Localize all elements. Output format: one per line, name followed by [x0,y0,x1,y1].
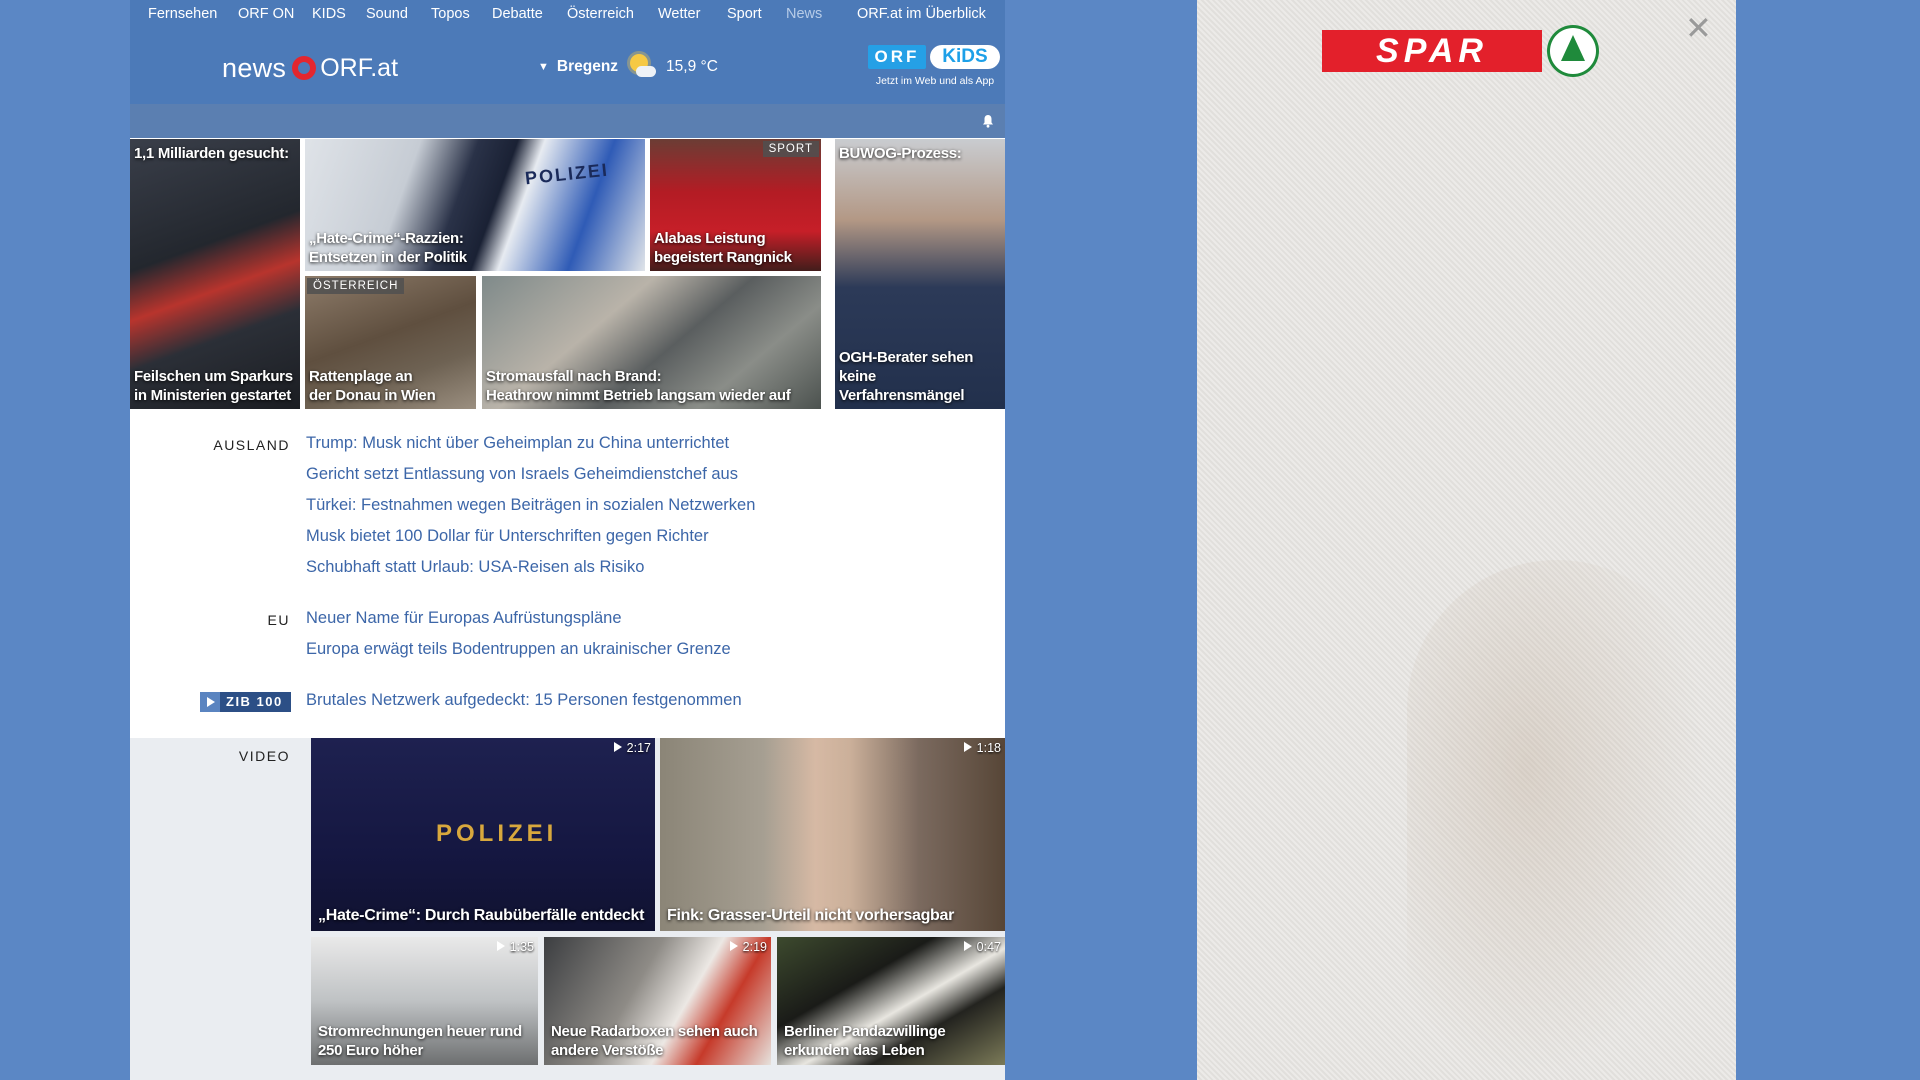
close-icon[interactable]: ✕ [1685,12,1712,44]
weather-temperature: 15,9 °C [666,58,718,75]
video-duration: 2:17 [614,741,651,755]
nav-fernsehen[interactable]: Fernsehen [148,6,217,22]
teaser-rattenplage[interactable]: ÖSTERREICH Rattenplage an der Donau in W… [305,276,476,409]
nav-sport[interactable]: Sport [727,6,762,22]
video-caption: Stromrechnungen heuer rund 250 Euro höhe… [318,1023,522,1059]
teaser-caption: Rattenplage an der Donau in Wien [309,368,436,404]
video-caption: Neue Radarboxen sehen auch andere Verstö… [551,1023,758,1059]
headline-link[interactable]: Neuer Name für Europas Aufrüstungspläne [306,609,622,628]
weather-widget[interactable]: ▼ Bregenz 15,9 °C [538,54,718,80]
headline-link[interactable]: Europa erwägt teils Bodentruppen an ukra… [306,640,731,659]
video-tile[interactable]: 1:35 Stromrechnungen heuer rund 250 Euro… [311,937,538,1065]
teaser-caption: OGH-Berater sehen keine Verfahrensmängel [839,349,974,404]
logo-site-text: ORF.at [320,53,399,82]
teaser-caption: Feilschen um Sparkurs in Ministerien ges… [134,368,293,404]
video-tile[interactable]: POLIZEI 2:17 „Hate-Crime“: Durch Raubübe… [311,738,655,931]
spar-logo: SPAR [1322,25,1607,77]
spar-advertisement[interactable]: SPAR ✕ [1197,0,1736,1080]
news-orf-logo[interactable]: news ORF.at [222,48,398,88]
nav-orf-on[interactable]: ORF ON [238,6,294,22]
nav-sound[interactable]: Sound [366,6,408,22]
nav-debatte[interactable]: Debatte [492,6,543,22]
headline-link[interactable]: Schubhaft statt Urlaub: USA-Reisen als R… [306,558,644,577]
video-duration: 1:35 [497,940,534,954]
ad-background-image [1407,560,1707,1080]
teaser-buwog[interactable]: BUWOG-Prozess: OGH-Berater sehen keine V… [835,139,1005,409]
nav-topos[interactable]: Topos [431,6,470,22]
teaser-kicker: BUWOG-Prozess: [839,145,962,162]
notification-bar [130,104,1005,138]
video-duration: 1:18 [964,741,1001,755]
video-caption: Berliner Pandazwillinge erkunden das Leb… [784,1023,946,1059]
orf-eye-icon [292,56,317,80]
teaser-caption: „Hate-Crime“-Razzien: Entsetzen in der P… [309,230,467,266]
nav-wetter[interactable]: Wetter [658,6,700,22]
section-label-ausland: AUSLAND [213,437,290,453]
play-icon [200,692,220,712]
headline-link[interactable]: Musk bietet 100 Dollar für Unterschrifte… [306,527,709,546]
video-caption: Fink: Grasser-Urteil nicht vorhersagbar [667,907,955,924]
weather-city: Bregenz [556,58,619,75]
teaser-caption: Stromausfall nach Brand: Heathrow nimmt … [486,368,791,404]
partly-sunny-icon [626,52,657,82]
site-header: news ORF.at ▼ Bregenz 15,9 °C ORF KiDS J… [130,28,1005,104]
section-label-video: VIDEO [238,748,290,764]
teaser-kicker: 1,1 Milliarden gesucht: [134,145,289,162]
news-page: Fernsehen ORF ON KIDS Sound Topos Debatt… [130,0,1005,1080]
orf-kids-tagline: Jetzt im Web und als App [875,75,995,87]
zib100-badge-text: ZIB 100 [226,694,283,709]
teaser-heathrow[interactable]: Stromausfall nach Brand: Heathrow nimmt … [482,276,821,409]
top-navigation: Fernsehen ORF ON KIDS Sound Topos Debatt… [130,0,1005,28]
video-tile[interactable]: 0:47 Berliner Pandazwillinge erkunden da… [777,937,1005,1065]
nav-oesterreich[interactable]: Österreich [567,6,634,22]
headline-link[interactable]: Türkei: Festnahmen wegen Beiträgen in so… [306,496,755,515]
teaser-alaba[interactable]: SPORT Alabas Leistung begeistert Rangnic… [650,139,821,271]
teaser-hate-crime[interactable]: POLIZEI „Hate-Crime“-Razzien: Entsetzen … [305,139,645,271]
category-label-oesterreich: ÖSTERREICH [307,278,405,294]
section-label-eu: EU [267,612,290,628]
police-car-lettering: POLIZEI [524,159,610,189]
police-jacket-lettering: POLIZEI [436,820,558,847]
orf-kids-logo-orf: ORF [868,45,926,69]
dropdown-triangle-icon: ▼ [538,61,549,73]
nav-news[interactable]: News [786,6,822,22]
bell-icon[interactable] [981,114,995,128]
video-tile[interactable]: 1:18 Fink: Grasser-Urteil nicht vorhersa… [660,738,1005,931]
zib100-badge[interactable]: ZIB 100 [200,692,291,712]
nav-kids[interactable]: KIDS [312,6,346,22]
category-label-sport: SPORT [762,141,819,157]
orf-kids-logo-kids: KiDS [930,45,1000,69]
video-tile[interactable]: 2:19 Neue Radarboxen sehen auch andere V… [544,937,771,1065]
headline-link[interactable]: Gericht setzt Entlassung von Israels Geh… [306,465,738,484]
logo-news-text: news [222,52,287,83]
video-duration: 2:19 [730,940,767,954]
headline-link[interactable]: Trump: Musk nicht über Geheimplan zu Chi… [306,434,729,453]
teaser-caption: Alabas Leistung begeistert Rangnick [654,230,792,266]
zib100-headline[interactable]: Brutales Netzwerk aufgedeckt: 15 Persone… [306,691,742,710]
spar-tree-icon [1547,25,1599,77]
nav-orf-overview[interactable]: ORF.at im Überblick [857,6,986,22]
spar-logo-wordmark: SPAR [1322,30,1542,72]
video-duration: 0:47 [964,940,1001,954]
video-caption: „Hate-Crime“: Durch Raubüberfälle entdec… [318,907,645,924]
teaser-sparkurs[interactable]: 1,1 Milliarden gesucht: Feilschen um Spa… [130,139,300,409]
